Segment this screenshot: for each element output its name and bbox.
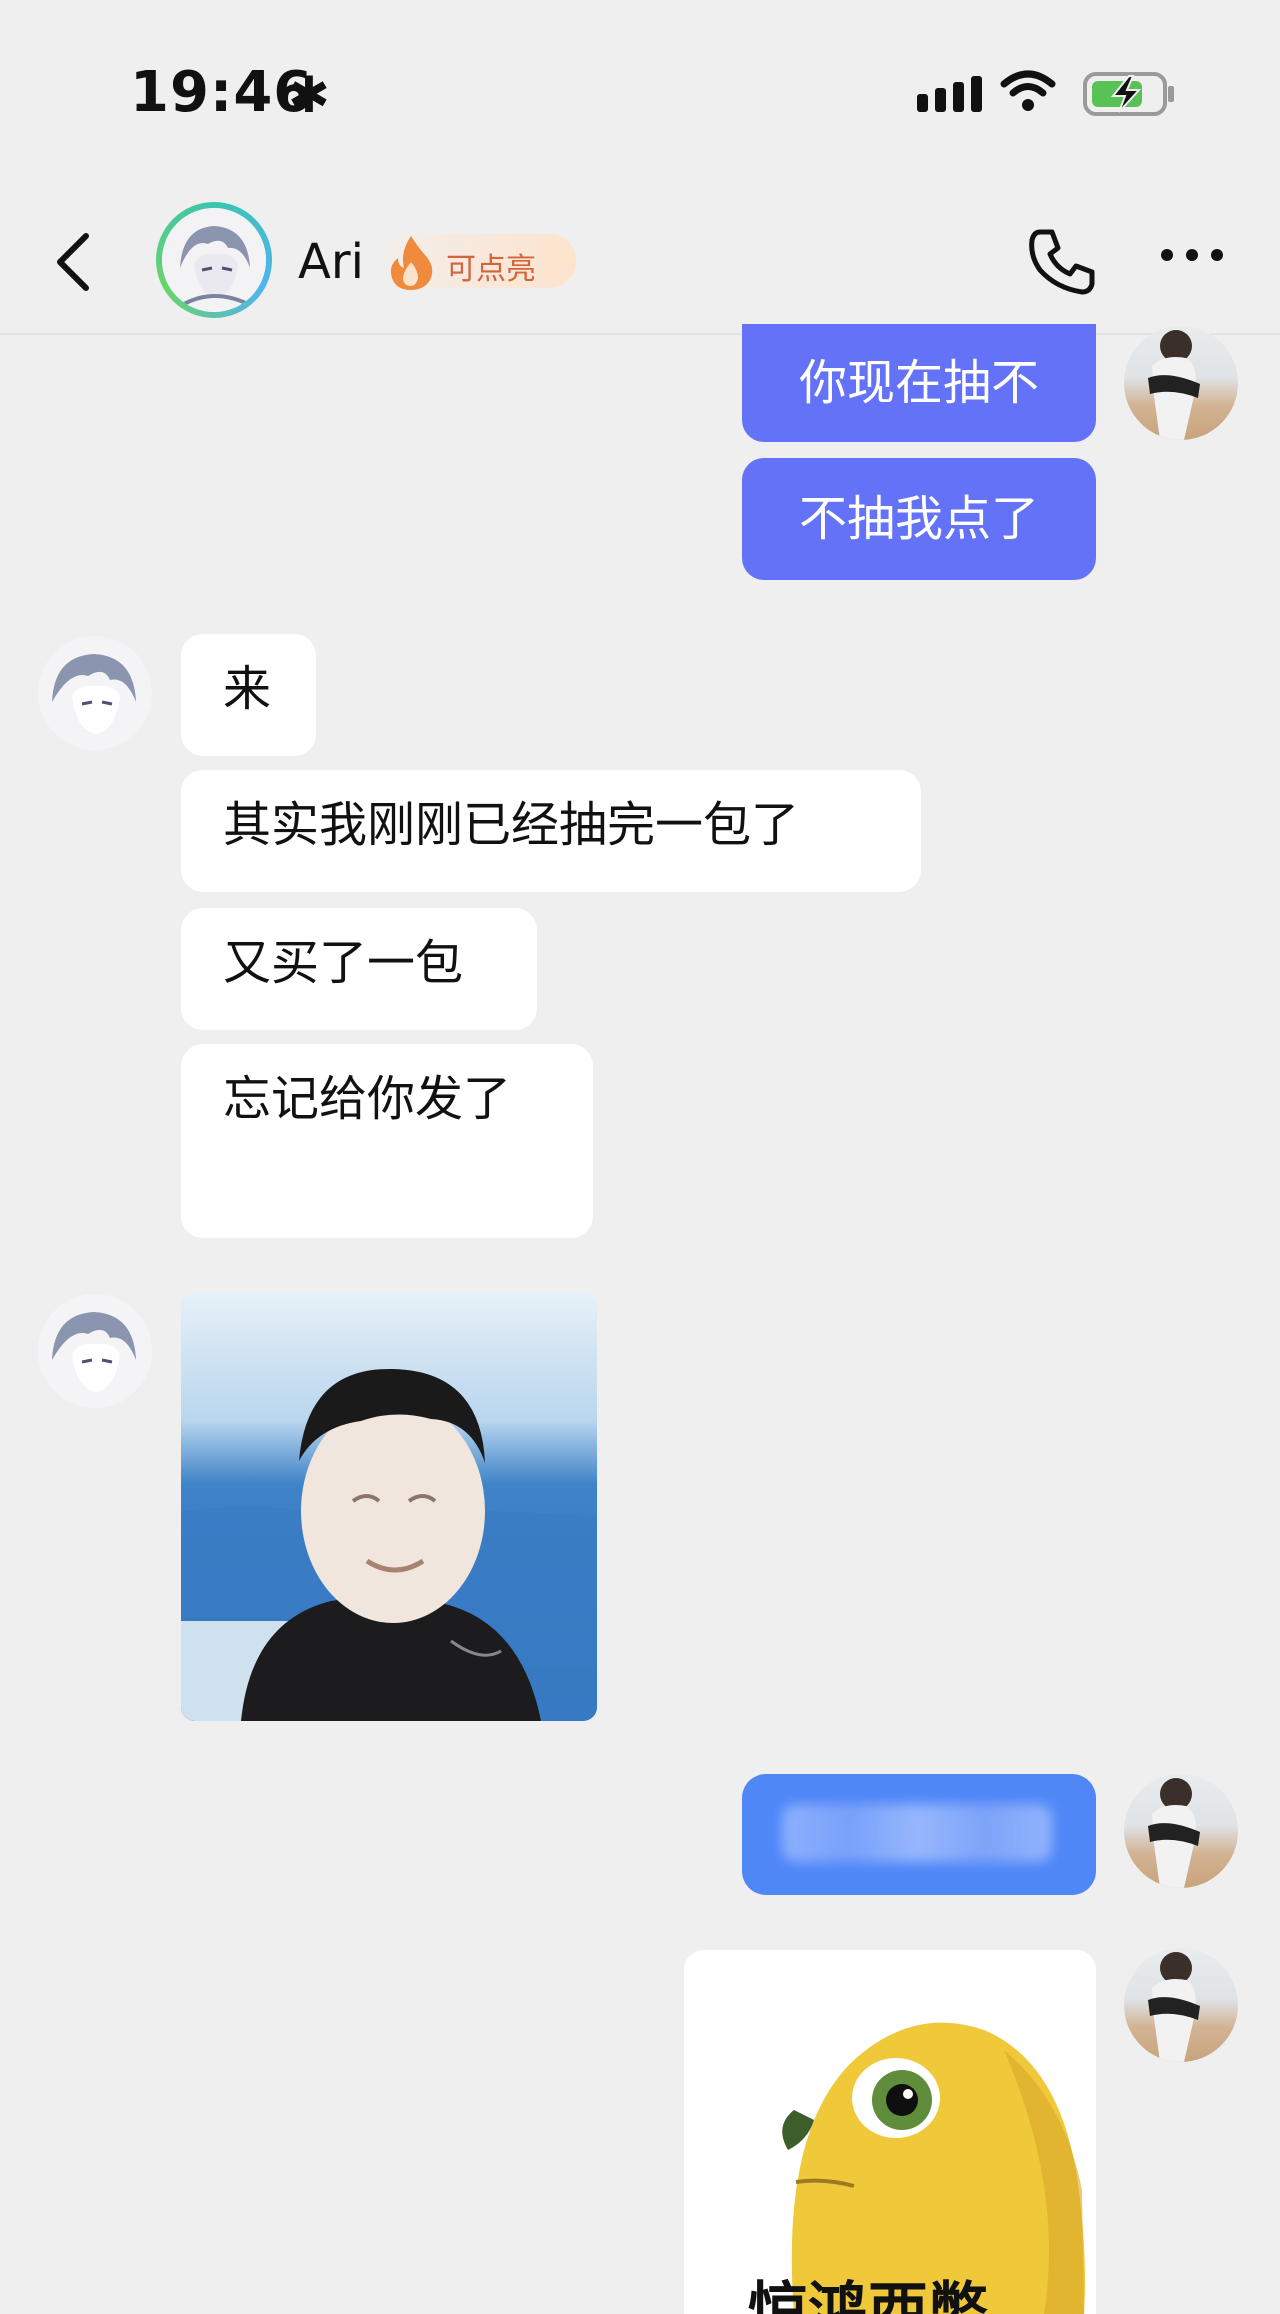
status-time: 19:46 [130,60,314,125]
phone-icon[interactable] [1026,226,1098,298]
signal-icon [917,76,982,112]
message-bubble-incoming[interactable]: 其实我刚刚已经抽完一包了 [181,770,921,892]
contact-message-avatar[interactable] [38,1294,152,1408]
contact-avatar[interactable] [156,202,272,318]
message-bubble-outgoing[interactable]: 不抽我点了 [742,458,1096,580]
badge-label: 可点亮 [446,252,536,287]
message-bubble-outgoing-blurred[interactable] [742,1774,1096,1895]
chat-header: Ari 可点亮 [0,190,1280,335]
sticker-image-bird[interactable]: 惊鸿西嫳 [684,1950,1096,2314]
message-text: 其实我刚刚已经抽完一包了 [223,797,800,853]
wifi-icon [1000,70,1056,111]
flame-icon [390,236,433,290]
streak-badge[interactable]: 可点亮 [384,234,576,290]
back-icon[interactable] [52,232,92,292]
contact-message-avatar[interactable] [38,636,152,750]
sticker-caption: 惊鸿西嫳 [748,2276,988,2314]
message-bubble-incoming[interactable]: 又买了一包 [181,908,537,1030]
my-avatar[interactable] [1124,1774,1238,1888]
my-avatar[interactable] [1124,1948,1238,2062]
message-text: 不抽我点了 [798,491,1039,547]
blurred-text [782,1804,1052,1862]
message-text: 来 [223,661,272,717]
message-text: 又买了一包 [223,935,464,991]
message-bubble-incoming[interactable]: 来 [181,634,316,756]
sticker-image-boy[interactable] [181,1291,597,1721]
contact-name[interactable]: Ari [298,234,364,290]
status-star: ✱ [288,66,330,124]
message-text: 忘记给你发了 [223,1071,512,1127]
battery-icon [1083,72,1174,116]
message-bubble-outgoing[interactable]: 你现在抽不 [742,324,1096,442]
status-bar: 19:46 ✱ [0,0,1280,190]
message-text: 你现在抽不 [798,355,1039,411]
message-bubble-incoming[interactable]: 忘记给你发了 [181,1044,593,1238]
my-avatar[interactable] [1124,326,1238,440]
more-icon[interactable] [1160,248,1224,262]
